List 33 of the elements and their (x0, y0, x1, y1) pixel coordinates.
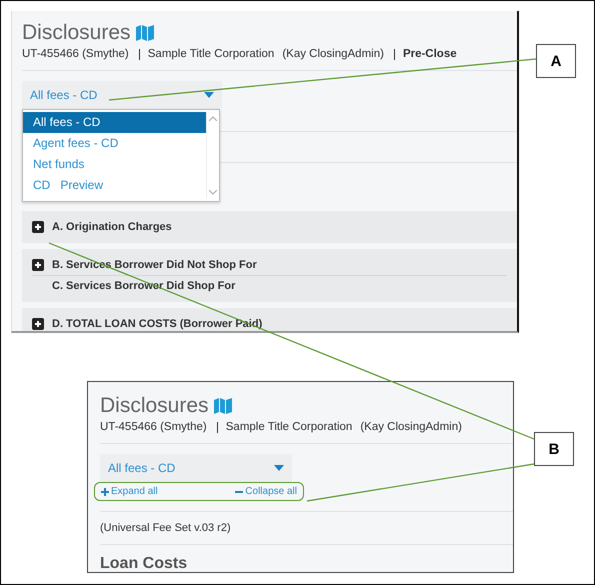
map-icon (136, 25, 154, 41)
plus-icon[interactable] (32, 221, 44, 233)
plus-icon[interactable] (32, 318, 44, 330)
dropdown-option[interactable]: CD Preview (23, 175, 206, 196)
expand-all-link[interactable]: Expand all (101, 486, 158, 497)
dropdown-option[interactable]: Net funds (23, 154, 206, 175)
fee-select[interactable]: All fees - CD (22, 81, 222, 109)
scroll-down-icon (209, 190, 217, 195)
file-info-text: (Kay ClosingAdmin) (282, 48, 384, 60)
map-icon (214, 398, 232, 414)
page-title: Disclosures (100, 394, 209, 418)
file-info-text: Sample Title Corporation (216, 422, 352, 432)
dropdown-option[interactable]: All fees - CD (23, 112, 206, 133)
file-info-text: Pre-Close (394, 48, 457, 60)
plus-icon[interactable] (32, 259, 44, 271)
collapse-all-link[interactable]: Collapse all (235, 486, 297, 497)
file-info-text: (Kay ClosingAdmin) (360, 421, 462, 433)
scrollbar[interactable] (206, 112, 219, 199)
fee-set-text: (Universal Fee Set v.03 r2) (100, 522, 232, 534)
callout-label: A (536, 44, 576, 78)
page-title: Disclosures (22, 21, 131, 45)
scroll-up-icon (209, 116, 217, 121)
file-info-text: Sample Title Corporation (138, 48, 274, 60)
fee-select[interactable]: All fees - CD (100, 454, 292, 482)
file-info-text: UT-455466 (Smythe) (22, 48, 129, 60)
plus-icon (101, 488, 109, 496)
section-heading: Loan Costs (100, 555, 188, 572)
file-info-text: UT-455466 (Smythe) (100, 421, 207, 433)
caret-icon (274, 465, 284, 471)
section-title[interactable]: A. Origination Charges (52, 221, 172, 233)
dropdown-option[interactable]: Agent fees - CD (23, 133, 206, 154)
callout-label: B (534, 432, 574, 466)
caret-icon (204, 92, 214, 98)
